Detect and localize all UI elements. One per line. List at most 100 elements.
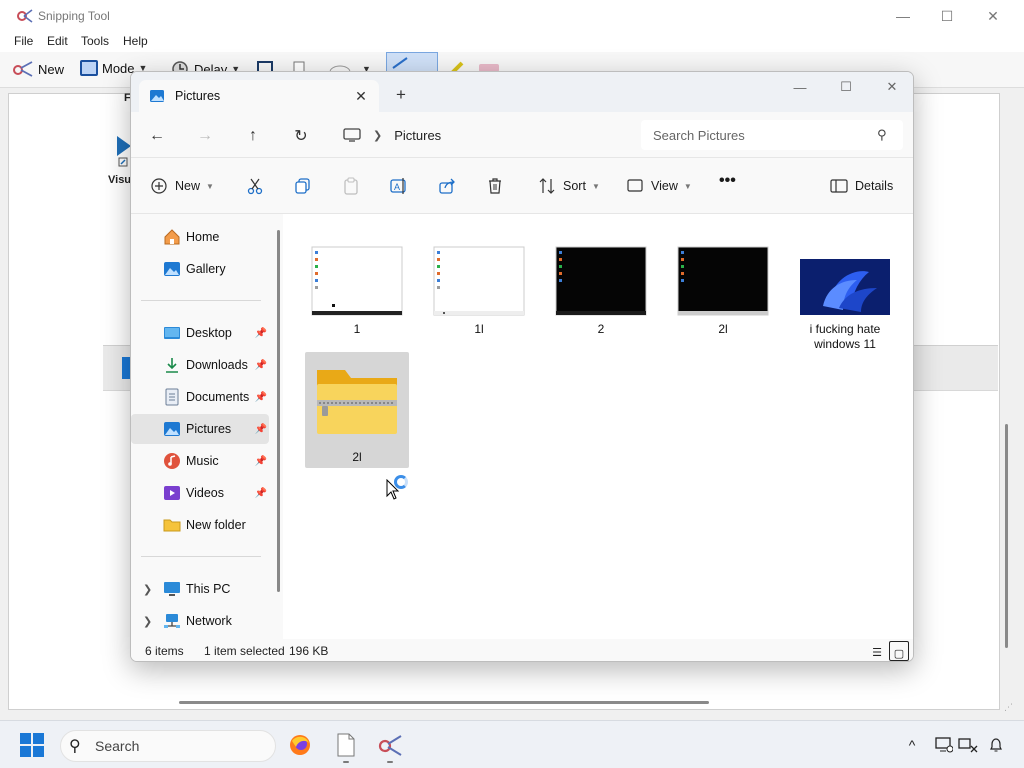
delete-button[interactable] [485,176,505,196]
snip-horizontal-scrollbar[interactable] [179,701,709,704]
display-tray-button[interactable] [934,735,954,755]
sidebar-item-label: This PC [186,582,231,596]
pin-icon: 📌 [254,487,267,499]
menu-help[interactable]: Help [123,34,148,48]
explorer-close-button[interactable]: ✕ [869,72,913,102]
new-tab-button[interactable]: + [390,84,412,106]
details-pane-icon [829,176,849,196]
file-taskbar-button[interactable] [332,731,360,763]
view-button[interactable]: View ▼ [625,176,692,196]
tab-pictures[interactable]: Pictures ✕ [139,80,379,112]
new-button[interactable]: New ▼ [149,176,214,196]
snipping-tool-taskbar-button[interactable] [376,731,404,763]
sidebar-item-label: Desktop [186,326,232,340]
menu-tools[interactable]: Tools [81,34,109,48]
firefox-taskbar-button[interactable] [286,731,314,759]
search-input[interactable]: Search Pictures ⚲ [641,120,903,150]
explorer-maximize-button[interactable]: ☐ [823,72,869,102]
sidebar-item-desktop[interactable]: Desktop 📌 [131,318,269,348]
sort-button-label: Sort [563,179,586,193]
details-view-button[interactable]: ☰ [867,641,887,661]
close-icon: ✕ [886,79,898,94]
tab-close-icon[interactable]: ✕ [349,88,373,105]
start-button[interactable] [20,733,44,757]
paste-icon [341,176,361,196]
pictures-icon [150,90,164,102]
plus-circle-icon [149,176,169,196]
scissors-icon [245,176,265,196]
menu-edit[interactable]: Edit [47,34,68,48]
file-item[interactable]: 2l [671,246,775,337]
sidebar-item-network[interactable]: ❯ Network [131,606,269,636]
details-button[interactable]: Details [829,176,893,196]
chevron-up-icon: ^ [908,737,916,753]
pin-icon: 📌 [254,391,267,403]
minimize-button[interactable]: — [880,0,926,32]
sort-icon [537,176,557,196]
notifications-button[interactable] [986,735,1006,755]
bell-icon [990,738,1002,752]
sidebar-item-label: Home [186,230,220,244]
snipping-tool-icon [378,735,402,756]
file-name: 2 [597,322,605,336]
snip-vertical-scrollbar[interactable] [1005,424,1008,648]
sidebar-item-home[interactable]: Home [131,222,269,252]
show-hidden-icons-button[interactable]: ^ [902,735,922,755]
cut-button[interactable] [245,176,265,196]
windows-logo-icon [33,746,44,757]
sidebar-item-pictures[interactable]: Pictures 📌 [131,414,269,444]
more-options-button[interactable]: ••• [719,172,736,190]
new-button-label: New [175,179,201,193]
navigation-scrollbar[interactable] [277,230,280,592]
sidebar-item-new-folder[interactable]: New folder [131,510,269,540]
close-button[interactable]: ✕ [970,0,1016,32]
pin-icon: 📌 [254,455,267,467]
share-icon [437,176,457,196]
share-button[interactable] [437,176,457,196]
view-button-label: View [651,179,678,193]
rename-button[interactable]: A [389,176,409,196]
file-item[interactable]: 2l [305,352,409,468]
sidebar-item-gallery[interactable]: Gallery [131,254,269,284]
document-icon [337,733,355,757]
up-button[interactable]: ↑ [241,124,265,148]
file-item[interactable]: 1l [427,246,531,337]
snipping-tool-icon [17,9,33,23]
rename-icon: A [389,176,409,196]
chevron-down-icon: ▼ [591,181,600,191]
large-icons-view-button[interactable]: ▢ [889,641,909,661]
network-tray-button[interactable] [958,735,978,755]
menu-file[interactable]: File [14,34,33,48]
breadcrumb-separator-icon: ❯ [373,129,383,142]
paste-button[interactable] [341,176,361,196]
file-thumbnail [433,246,525,316]
forward-button[interactable]: → [193,124,217,148]
firefox-icon [290,735,310,755]
address-bar[interactable]: ❯ Pictures [335,120,631,150]
file-item[interactable]: 1 [305,246,409,337]
computer-icon [164,582,180,596]
explorer-minimize-button[interactable]: — [777,72,823,102]
chevron-right-icon[interactable]: ❯ [143,583,152,596]
sidebar-item-label: Pictures [186,422,232,436]
sort-button[interactable]: Sort ▼ [537,176,600,196]
taskbar-search[interactable]: ⚲ Search [60,730,276,762]
refresh-button[interactable]: ↻ [289,124,313,148]
sidebar-item-videos[interactable]: Videos 📌 [131,478,269,508]
file-thumbnail [677,246,769,316]
sidebar-item-this-pc[interactable]: ❯ This PC [131,574,269,604]
monitor-icon [935,737,953,753]
file-item[interactable]: 2 [549,246,653,337]
sidebar-item-music[interactable]: Music 📌 [131,446,269,476]
navigation-pane: Home Gallery Desktop 📌 Downloads 📌 Docum… [131,214,283,639]
breadcrumb-pictures[interactable]: Pictures [394,128,441,143]
back-button[interactable]: ← [145,124,169,148]
maximize-button[interactable]: ☐ [924,0,970,32]
chevron-right-icon[interactable]: ❯ [143,615,152,628]
file-item[interactable]: i fucking hate windows 11 [793,258,897,352]
sidebar-item-documents[interactable]: Documents 📌 [131,382,269,412]
sidebar-item-downloads[interactable]: Downloads 📌 [131,350,269,380]
resize-grip-icon[interactable]: ⋰ [1004,702,1016,714]
new-snip-button[interactable]: New [12,60,64,78]
copy-button[interactable] [293,176,313,196]
